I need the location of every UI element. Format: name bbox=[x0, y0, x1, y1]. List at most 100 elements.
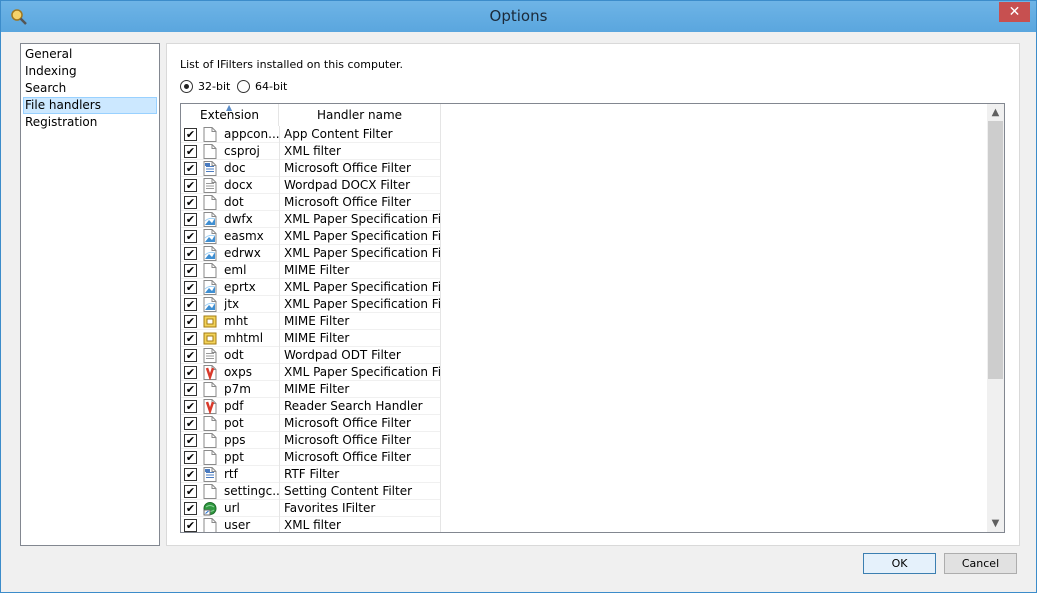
row-checkbox[interactable]: ✔ bbox=[184, 145, 197, 158]
table-row[interactable]: ✔ jtx XML Paper Specification Fil... bbox=[181, 296, 441, 313]
table-row[interactable]: ✔ dwfx XML Paper Specification Fil... bbox=[181, 211, 441, 228]
window-title: Options bbox=[489, 7, 548, 25]
row-checkbox[interactable]: ✔ bbox=[184, 179, 197, 192]
row-checkbox[interactable]: ✔ bbox=[184, 162, 197, 175]
radio-32-bit[interactable]: 32-bit bbox=[180, 79, 230, 93]
row-extension: dot bbox=[224, 195, 244, 209]
table-row[interactable]: ✔ url Favorites IFilter bbox=[181, 500, 441, 517]
table-row[interactable]: ✔ oxps XML Paper Specification Fil... bbox=[181, 364, 441, 381]
table-row[interactable]: ✔ mhtml MIME Filter bbox=[181, 330, 441, 347]
row-checkbox[interactable]: ✔ bbox=[184, 281, 197, 294]
row-handler-name: Microsoft Office Filter bbox=[279, 415, 441, 432]
row-checkbox[interactable]: ✔ bbox=[184, 128, 197, 141]
row-checkbox[interactable]: ✔ bbox=[184, 366, 197, 379]
row-handler-name: Reader Search Handler bbox=[279, 398, 441, 415]
radio-32-bit-circle[interactable] bbox=[180, 79, 193, 93]
blank-file-icon bbox=[203, 450, 217, 465]
row-checkbox[interactable]: ✔ bbox=[184, 519, 197, 532]
row-checkbox[interactable]: ✔ bbox=[184, 383, 197, 396]
row-checkbox[interactable]: ✔ bbox=[184, 247, 197, 260]
table-row[interactable]: ✔ pps Microsoft Office Filter bbox=[181, 432, 441, 449]
table-row[interactable]: ✔ csproj XML filter bbox=[181, 143, 441, 160]
scroll-thumb[interactable] bbox=[988, 121, 1003, 379]
row-checkbox[interactable]: ✔ bbox=[184, 468, 197, 481]
scroll-down-icon[interactable]: ▼ bbox=[987, 515, 1004, 532]
radio-64-bit-circle[interactable] bbox=[237, 79, 250, 93]
radio-64-bit[interactable]: 64-bit bbox=[237, 79, 287, 93]
table-row[interactable]: ✔ pdf Reader Search Handler bbox=[181, 398, 441, 415]
row-extension: edrwx bbox=[224, 246, 261, 260]
row-extension: easmx bbox=[224, 229, 264, 243]
title-bar[interactable]: Options ✕ bbox=[1, 1, 1036, 32]
row-extension: doc bbox=[224, 161, 246, 175]
row-checkbox[interactable]: ✔ bbox=[184, 230, 197, 243]
row-checkbox[interactable]: ✔ bbox=[184, 485, 197, 498]
row-checkbox[interactable]: ✔ bbox=[184, 264, 197, 277]
xps-file-icon bbox=[203, 246, 217, 261]
row-checkbox[interactable]: ✔ bbox=[184, 400, 197, 413]
row-extension: pot bbox=[224, 416, 244, 430]
column-header-handler-name[interactable]: Handler name bbox=[279, 104, 441, 126]
row-checkbox[interactable]: ✔ bbox=[184, 298, 197, 311]
row-handler-name: RTF Filter bbox=[279, 466, 441, 483]
table-row[interactable]: ✔ ppt Microsoft Office Filter bbox=[181, 449, 441, 466]
row-extension: odt bbox=[224, 348, 244, 362]
mht-file-icon bbox=[203, 314, 217, 329]
row-checkbox[interactable]: ✔ bbox=[184, 502, 197, 515]
row-handler-name: XML filter bbox=[279, 143, 441, 160]
table-row[interactable]: ✔ settingc... Setting Content Filter bbox=[181, 483, 441, 500]
table-row[interactable]: ✔ doc Microsoft Office Filter bbox=[181, 160, 441, 177]
table-row[interactable]: ✔ dot Microsoft Office Filter bbox=[181, 194, 441, 211]
blank-file-icon bbox=[203, 144, 217, 159]
table-row[interactable]: ✔ odt Wordpad ODT Filter bbox=[181, 347, 441, 364]
row-checkbox[interactable]: ✔ bbox=[184, 349, 197, 362]
options-nav: General Indexing Search File handlers Regist… bbox=[20, 43, 160, 546]
table-row[interactable]: ✔ appcon... App Content Filter bbox=[181, 126, 441, 143]
scroll-up-icon[interactable]: ▲ bbox=[987, 104, 1004, 121]
row-checkbox[interactable]: ✔ bbox=[184, 434, 197, 447]
table-row[interactable]: ✔ rtf RTF Filter bbox=[181, 466, 441, 483]
nav-item-general[interactable]: General bbox=[23, 46, 157, 63]
table-row[interactable]: ✔ easmx XML Paper Specification Fil... bbox=[181, 228, 441, 245]
row-extension: ppt bbox=[224, 450, 244, 464]
row-extension: dwfx bbox=[224, 212, 253, 226]
nav-item-registration[interactable]: Registration bbox=[23, 114, 157, 131]
close-button[interactable]: ✕ bbox=[999, 2, 1030, 22]
row-checkbox[interactable]: ✔ bbox=[184, 213, 197, 226]
row-checkbox[interactable]: ✔ bbox=[184, 315, 197, 328]
row-handler-name: Favorites IFilter bbox=[279, 500, 441, 517]
blank-file-icon bbox=[203, 195, 217, 210]
cancel-button[interactable]: Cancel bbox=[944, 553, 1017, 574]
ifilter-list[interactable]: ▲ Extension Handler name ✔ appcon... App C… bbox=[180, 103, 1005, 533]
table-row[interactable]: ✔ pot Microsoft Office Filter bbox=[181, 415, 441, 432]
row-checkbox[interactable]: ✔ bbox=[184, 451, 197, 464]
row-checkbox[interactable]: ✔ bbox=[184, 332, 197, 345]
row-handler-name: App Content Filter bbox=[279, 126, 441, 143]
table-row[interactable]: ✔ p7m MIME Filter bbox=[181, 381, 441, 398]
row-checkbox[interactable]: ✔ bbox=[184, 417, 197, 430]
table-row[interactable]: ✔ eml MIME Filter bbox=[181, 262, 441, 279]
text-file-icon bbox=[203, 178, 217, 193]
row-checkbox[interactable]: ✔ bbox=[184, 196, 197, 209]
row-extension: user bbox=[224, 518, 251, 532]
row-handler-name: Microsoft Office Filter bbox=[279, 432, 441, 449]
nav-item-search[interactable]: Search bbox=[23, 80, 157, 97]
table-row[interactable]: ✔ user XML filter bbox=[181, 517, 441, 532]
table-row[interactable]: ✔ docx Wordpad DOCX Filter bbox=[181, 177, 441, 194]
ok-button[interactable]: OK bbox=[863, 553, 936, 574]
row-extension: p7m bbox=[224, 382, 251, 396]
blank-file-icon bbox=[203, 518, 217, 532]
xps-file-icon bbox=[203, 297, 217, 312]
row-handler-name: XML Paper Specification Fil... bbox=[279, 279, 441, 296]
column-header-extension[interactable]: ▲ Extension bbox=[181, 104, 279, 126]
table-row[interactable]: ✔ edrwx XML Paper Specification Fil... bbox=[181, 245, 441, 262]
table-row[interactable]: ✔ eprtx XML Paper Specification Fil... bbox=[181, 279, 441, 296]
xps-file-icon bbox=[203, 229, 217, 244]
row-extension: docx bbox=[224, 178, 253, 192]
table-row[interactable]: ✔ mht MIME Filter bbox=[181, 313, 441, 330]
vertical-scrollbar[interactable]: ▲ ▼ bbox=[987, 104, 1004, 532]
reader-file-icon bbox=[203, 365, 217, 381]
nav-item-file-handlers[interactable]: File handlers bbox=[23, 97, 157, 114]
xps-file-icon bbox=[203, 212, 217, 227]
nav-item-indexing[interactable]: Indexing bbox=[23, 63, 157, 80]
